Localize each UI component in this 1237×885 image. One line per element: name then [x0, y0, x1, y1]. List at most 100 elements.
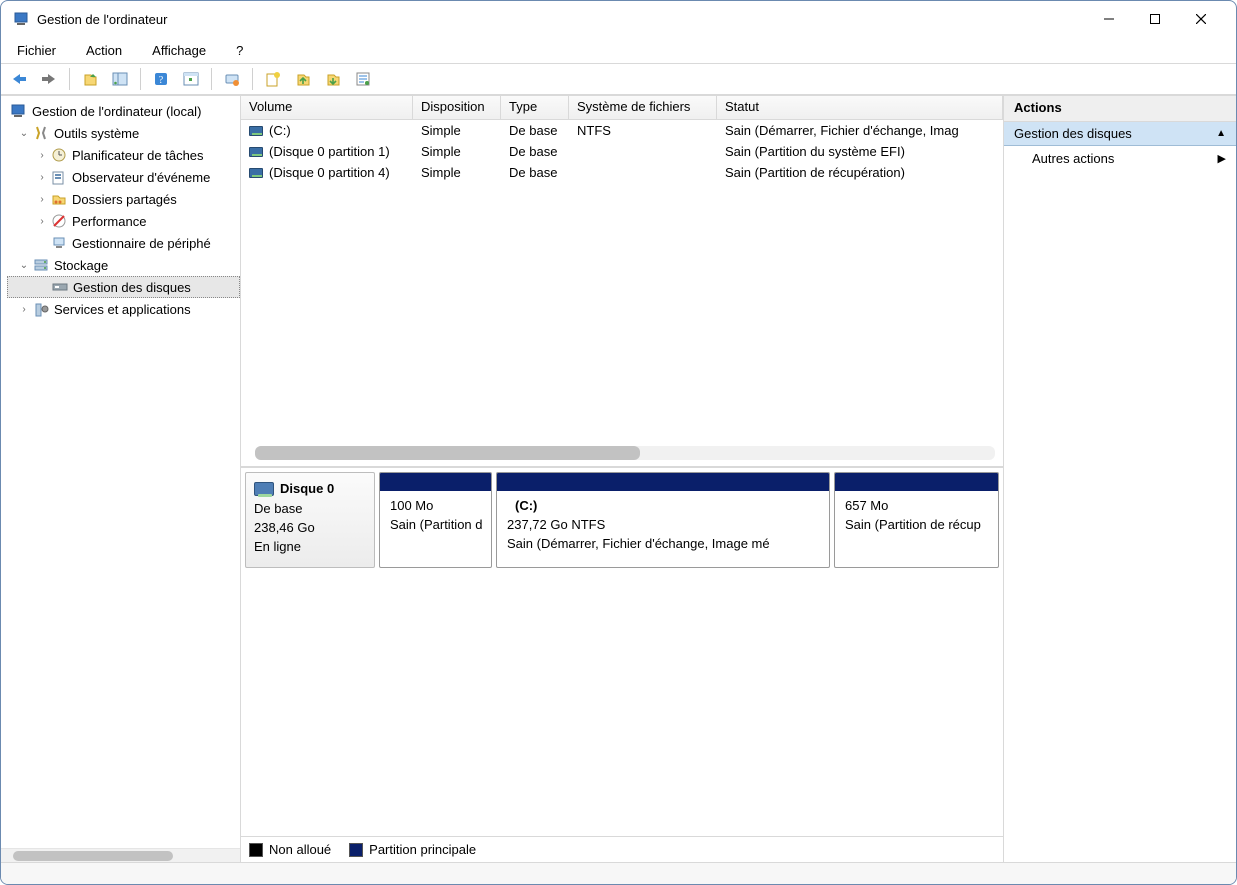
menu-action[interactable]: Action	[82, 41, 126, 60]
tree-root[interactable]: Gestion de l'ordinateur (local)	[7, 100, 240, 122]
collapse-icon[interactable]: ⌄	[17, 128, 31, 139]
partition-status: Sain (Démarrer, Fichier d'échange, Image…	[507, 536, 770, 551]
volume-name: (C:)	[269, 123, 291, 138]
expand-icon[interactable]: ›	[17, 304, 31, 315]
swatch-primary	[349, 843, 363, 857]
tree-label: Gestion de l'ordinateur (local)	[32, 104, 201, 119]
properties-button[interactable]	[351, 67, 375, 91]
expand-icon[interactable]: ›	[35, 150, 49, 161]
tree-services-apps[interactable]: › Services et applications	[7, 298, 240, 320]
legend: Non alloué Partition principale	[241, 836, 1003, 862]
actions-more-label: Autres actions	[1032, 151, 1114, 166]
partition-status: Sain (Partition de récup	[845, 517, 981, 532]
submenu-arrow-icon: ▶	[1218, 152, 1226, 165]
event-viewer-icon	[51, 169, 67, 185]
column-header-filesystem[interactable]: Système de fichiers	[569, 96, 717, 120]
actions-more[interactable]: Autres actions ▶	[1004, 146, 1236, 170]
disk-name: Disque 0	[280, 481, 334, 496]
volume-row[interactable]: (C:) Simple De base NTFS Sain (Démarrer,…	[241, 120, 1003, 141]
detach-vhd-button[interactable]	[321, 67, 345, 91]
disk-graphical-area: Disque 0 De base 238,46 Go En ligne 100 …	[241, 468, 1003, 862]
tree-system-tools[interactable]: ⌄ Outils système	[7, 122, 240, 144]
navigation-tree-panel: Gestion de l'ordinateur (local) ⌄ Outils…	[1, 96, 241, 862]
menu-file[interactable]: Fichier	[13, 41, 60, 60]
expand-icon[interactable]: ›	[35, 216, 49, 227]
back-button[interactable]	[7, 67, 31, 91]
disk-label-panel[interactable]: Disque 0 De base 238,46 Go En ligne	[245, 472, 375, 568]
actions-section-label: Gestion des disques	[1014, 126, 1132, 141]
column-header-type[interactable]: Type	[501, 96, 569, 120]
status-bar	[1, 862, 1236, 884]
tree-shared-folders[interactable]: › Dossiers partagés	[7, 188, 240, 210]
show-hide-tree-button[interactable]	[108, 67, 132, 91]
tree-device-manager[interactable]: Gestionnaire de périphé	[7, 232, 240, 254]
partition-size: 237,72 Go NTFS	[507, 517, 605, 532]
disk-kind: De base	[254, 500, 364, 519]
shared-folders-icon	[51, 191, 67, 207]
device-manager-icon	[51, 235, 67, 251]
help-button[interactable]: ?	[149, 67, 173, 91]
refresh-button[interactable]	[220, 67, 244, 91]
window-title: Gestion de l'ordinateur	[37, 12, 167, 27]
volume-name: (Disque 0 partition 4)	[269, 165, 390, 180]
toolbar-separator	[252, 68, 253, 90]
actions-panel: Actions Gestion des disques ▲ Autres act…	[1004, 96, 1236, 862]
titlebar: Gestion de l'ordinateur	[1, 1, 1236, 37]
collapse-icon[interactable]: ⌄	[17, 260, 31, 271]
actions-section[interactable]: Gestion des disques ▲	[1004, 122, 1236, 146]
tree-label: Observateur d'événeme	[72, 170, 210, 185]
volume-layout: Simple	[413, 123, 501, 138]
disk-row: Disque 0 De base 238,46 Go En ligne 100 …	[245, 472, 999, 568]
tree-performance[interactable]: › Performance	[7, 210, 240, 232]
volume-type: De base	[501, 123, 569, 138]
tree-storage[interactable]: ⌄ Stockage	[7, 254, 240, 276]
tree-horizontal-scrollbar[interactable]	[1, 848, 240, 862]
volume-type: De base	[501, 165, 569, 180]
expand-icon[interactable]: ›	[35, 172, 49, 183]
volume-layout: Simple	[413, 144, 501, 159]
partition-stripe	[497, 473, 829, 491]
forward-button[interactable]	[37, 67, 61, 91]
new-volume-button[interactable]	[261, 67, 285, 91]
column-header-volume[interactable]: Volume	[241, 96, 413, 120]
partition-size: 100 Mo	[390, 498, 433, 513]
volume-rows: (C:) Simple De base NTFS Sain (Démarrer,…	[241, 120, 1003, 442]
attach-vhd-button[interactable]	[291, 67, 315, 91]
disk-icon	[254, 482, 274, 496]
tree-disk-management[interactable]: Gestion des disques	[7, 276, 240, 298]
volume-icon	[249, 147, 263, 157]
clock-icon	[51, 147, 67, 163]
legend-label: Partition principale	[369, 842, 476, 857]
volume-row[interactable]: (Disque 0 partition 1) Simple De base Sa…	[241, 141, 1003, 162]
menu-view[interactable]: Affichage	[148, 41, 210, 60]
toolbar-separator	[140, 68, 141, 90]
toolbar: ?	[1, 63, 1236, 95]
partition-size: 657 Mo	[845, 498, 888, 513]
partition-efi[interactable]: 100 Mo Sain (Partition d	[379, 472, 492, 568]
legend-label: Non alloué	[269, 842, 331, 857]
disk-management-icon	[52, 279, 68, 295]
partition-recovery[interactable]: 657 Mo Sain (Partition de récup	[834, 472, 999, 568]
computer-icon	[11, 103, 27, 119]
console-tree-button[interactable]	[179, 67, 203, 91]
tree-event-viewer[interactable]: › Observateur d'événeme	[7, 166, 240, 188]
menu-bar: Fichier Action Affichage ?	[1, 37, 1236, 63]
legend-primary: Partition principale	[349, 842, 476, 857]
up-button[interactable]	[78, 67, 102, 91]
column-header-status[interactable]: Statut	[717, 96, 1003, 120]
volume-list-scrollbar[interactable]	[255, 446, 995, 460]
tools-icon	[33, 125, 49, 141]
volume-list-header: Volume Disposition Type Système de fichi…	[241, 96, 1003, 120]
column-header-layout[interactable]: Disposition	[413, 96, 501, 120]
tree-label: Dossiers partagés	[72, 192, 177, 207]
close-button[interactable]	[1178, 4, 1224, 34]
expand-icon[interactable]: ›	[35, 194, 49, 205]
volume-row[interactable]: (Disque 0 partition 4) Simple De base Sa…	[241, 162, 1003, 183]
partition-c[interactable]: (C:) 237,72 Go NTFS Sain (Démarrer, Fich…	[496, 472, 830, 568]
volume-type: De base	[501, 144, 569, 159]
minimize-button[interactable]	[1086, 4, 1132, 34]
menu-help[interactable]: ?	[232, 41, 247, 60]
tree-task-scheduler[interactable]: › Planificateur de tâches	[7, 144, 240, 166]
maximize-button[interactable]	[1132, 4, 1178, 34]
tree-label: Services et applications	[54, 302, 191, 317]
